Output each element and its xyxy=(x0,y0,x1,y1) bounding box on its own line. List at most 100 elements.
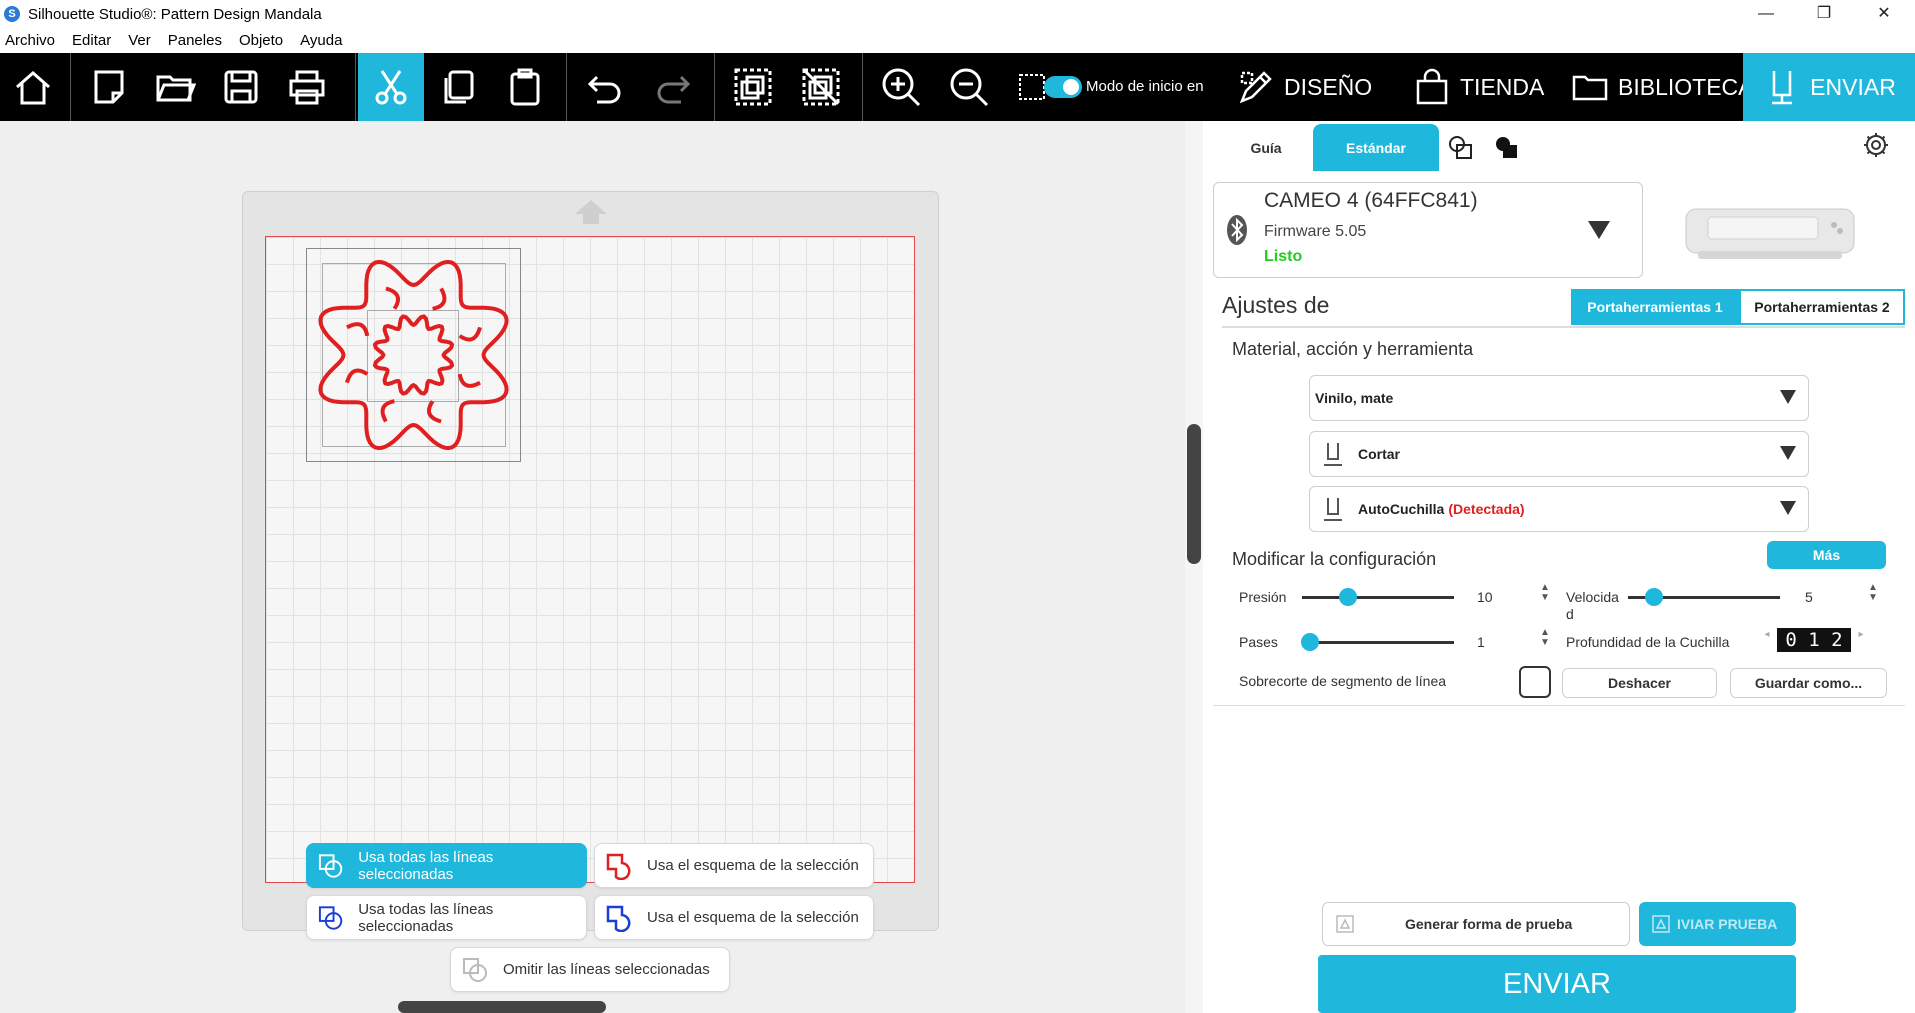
more-button[interactable]: Más xyxy=(1767,541,1886,569)
blade-depth-label: Profundidad de la Cuchilla xyxy=(1566,634,1730,650)
gear-icon xyxy=(1864,133,1888,157)
blade-depth-display[interactable]: 0 1 2 xyxy=(1777,628,1851,652)
redo-button[interactable] xyxy=(640,53,706,121)
design-pencil-icon xyxy=(1239,71,1272,104)
depth-decrease-icon[interactable]: ◂ xyxy=(1760,629,1774,640)
action-value: Cortar xyxy=(1358,446,1401,462)
speed-slider[interactable] xyxy=(1644,588,1663,606)
cut-button[interactable] xyxy=(358,53,424,121)
speed-value: 5 xyxy=(1805,589,1813,605)
feed-direction-arrow-icon xyxy=(575,200,607,224)
clipboard-icon xyxy=(510,68,540,106)
outline-blue-icon xyxy=(606,905,631,932)
folder-icon xyxy=(1572,75,1608,101)
undo-button[interactable] xyxy=(572,53,638,121)
menu-ayuda[interactable]: Ayuda xyxy=(300,32,342,49)
depth-increase-icon[interactable]: ▸ xyxy=(1854,629,1868,640)
nav-library-label: BIBLIOTECA xyxy=(1618,73,1754,100)
menu-paneles[interactable]: Paneles xyxy=(168,32,222,49)
use-all-lines-button-1[interactable]: Usa todas las líneas seleccionadas xyxy=(306,843,587,888)
nav-send[interactable]: ENVIAR xyxy=(1743,53,1915,121)
home-button[interactable] xyxy=(0,53,66,121)
group-button[interactable] xyxy=(720,53,786,121)
send-button[interactable]: ENVIAR xyxy=(1318,955,1796,1013)
nav-design[interactable]: DISEÑO xyxy=(1236,53,1372,121)
pressure-slider[interactable] xyxy=(1338,588,1357,606)
print-button[interactable] xyxy=(274,53,340,121)
open-button[interactable] xyxy=(142,53,208,121)
tab-line-mode[interactable] xyxy=(1448,135,1474,166)
material-dropdown[interactable]: Vinilo, mate xyxy=(1309,375,1809,421)
tool-value: AutoCuchilla xyxy=(1358,501,1445,517)
device-selector[interactable]: CAMEO 4 (64FFC841) Firmware 5.05 Listo xyxy=(1213,182,1643,278)
use-all-lines-label-1: Usa todas las líneas seleccionadas xyxy=(358,848,494,883)
save-button[interactable] xyxy=(208,53,274,121)
overcut-checkbox[interactable] xyxy=(1519,666,1551,698)
speed-label: Velocida d xyxy=(1566,589,1619,622)
menu-editar[interactable]: Editar xyxy=(72,32,111,49)
horizontal-scrollbar[interactable] xyxy=(398,1001,606,1013)
copy-button[interactable] xyxy=(426,53,492,121)
vertical-scrollbar[interactable] xyxy=(1185,121,1203,1013)
test-shape-icon xyxy=(1336,915,1354,933)
restore-button[interactable]: ❐ xyxy=(1801,0,1847,28)
main-toolbar: Modo de inicio en DISEÑO TIENDA BIBLIOTE… xyxy=(0,53,1915,121)
passes-slider-track xyxy=(1302,641,1454,644)
passes-value: 1 xyxy=(1477,634,1485,650)
tool-detected-label: (Detectada) xyxy=(1448,501,1525,517)
paste-button[interactable] xyxy=(492,53,558,121)
save-icon xyxy=(224,70,258,104)
speed-stepper[interactable]: ▲ ▼ xyxy=(1867,583,1879,603)
title-bar: S Silhouette Studio®: Pattern Design Man… xyxy=(0,0,1915,28)
menu-ver[interactable]: Ver xyxy=(128,32,151,49)
settings-heading: Ajustes de xyxy=(1222,292,1330,318)
tool-dropdown[interactable]: AutoCuchilla (Detectada) xyxy=(1309,486,1809,532)
tab-guide[interactable]: Guía xyxy=(1238,124,1294,171)
app-logo-icon: S xyxy=(4,6,20,22)
toolholder-2-tab[interactable]: Portaherramientas 2 xyxy=(1739,289,1905,325)
action-dropdown[interactable]: Cortar xyxy=(1309,431,1809,477)
nav-store[interactable]: TIENDA xyxy=(1412,53,1544,121)
toolholder-1-tab[interactable]: Portaherramientas 1 xyxy=(1571,289,1739,325)
send-test-label: IVIAR PRUEBA xyxy=(1677,916,1778,932)
minimize-button[interactable]: — xyxy=(1743,0,1789,28)
new-button[interactable] xyxy=(76,53,142,121)
use-outline-button-1[interactable]: Usa el esquema de la selección xyxy=(594,843,874,888)
undo-settings-button[interactable]: Deshacer xyxy=(1562,668,1717,698)
device-name: CAMEO 4 (64FFC841) xyxy=(1264,189,1478,212)
tab-standard[interactable]: Estándar xyxy=(1313,124,1439,171)
send-test-button[interactable]: IVIAR PRUEBA xyxy=(1639,902,1796,946)
passes-stepper[interactable]: ▲ ▼ xyxy=(1539,628,1551,648)
generate-test-shape-button[interactable]: Generar forma de prueba xyxy=(1322,902,1630,946)
nav-library[interactable]: BIBLIOTECA xyxy=(1570,53,1753,121)
mandala-design[interactable] xyxy=(306,248,521,462)
use-all-lines-label-2: Usa todas las líneas seleccionadas xyxy=(358,900,494,935)
zoom-in-icon xyxy=(882,68,921,107)
menu-archivo[interactable]: Archivo xyxy=(5,32,55,49)
home-icon xyxy=(16,71,50,105)
pressure-stepper[interactable]: ▲ ▼ xyxy=(1539,583,1551,603)
bluetooth-icon xyxy=(1227,215,1247,245)
new-document-icon xyxy=(94,70,124,104)
fit-icon xyxy=(1017,65,1047,109)
zoom-out-button[interactable] xyxy=(936,53,1002,121)
close-button[interactable]: ✕ xyxy=(1861,0,1907,28)
chevron-down-icon xyxy=(1780,390,1796,404)
device-status: Listo xyxy=(1264,248,1303,265)
save-as-button[interactable]: Guardar como... xyxy=(1730,668,1887,698)
zoom-in-button[interactable] xyxy=(868,53,934,121)
overlap-shapes-gray-icon xyxy=(463,957,487,982)
skip-lines-button[interactable]: Omitir las líneas seleccionadas xyxy=(450,947,730,992)
settings-button[interactable] xyxy=(1862,131,1890,164)
use-all-lines-button-2[interactable]: Usa todas las líneas seleccionadas xyxy=(306,895,587,940)
device-dropdown-arrow-icon xyxy=(1588,221,1610,239)
use-outline-button-2[interactable]: Usa el esquema de la selección xyxy=(594,895,874,940)
blade-icon xyxy=(1324,443,1342,466)
start-mode-toggle[interactable] xyxy=(1044,76,1082,98)
passes-slider[interactable] xyxy=(1300,633,1319,651)
outline-red-icon xyxy=(606,853,631,880)
cameo-machine-image xyxy=(1685,208,1855,259)
ungroup-button[interactable] xyxy=(788,53,854,121)
tab-fill-mode[interactable] xyxy=(1494,135,1520,166)
menu-objeto[interactable]: Objeto xyxy=(239,32,283,49)
